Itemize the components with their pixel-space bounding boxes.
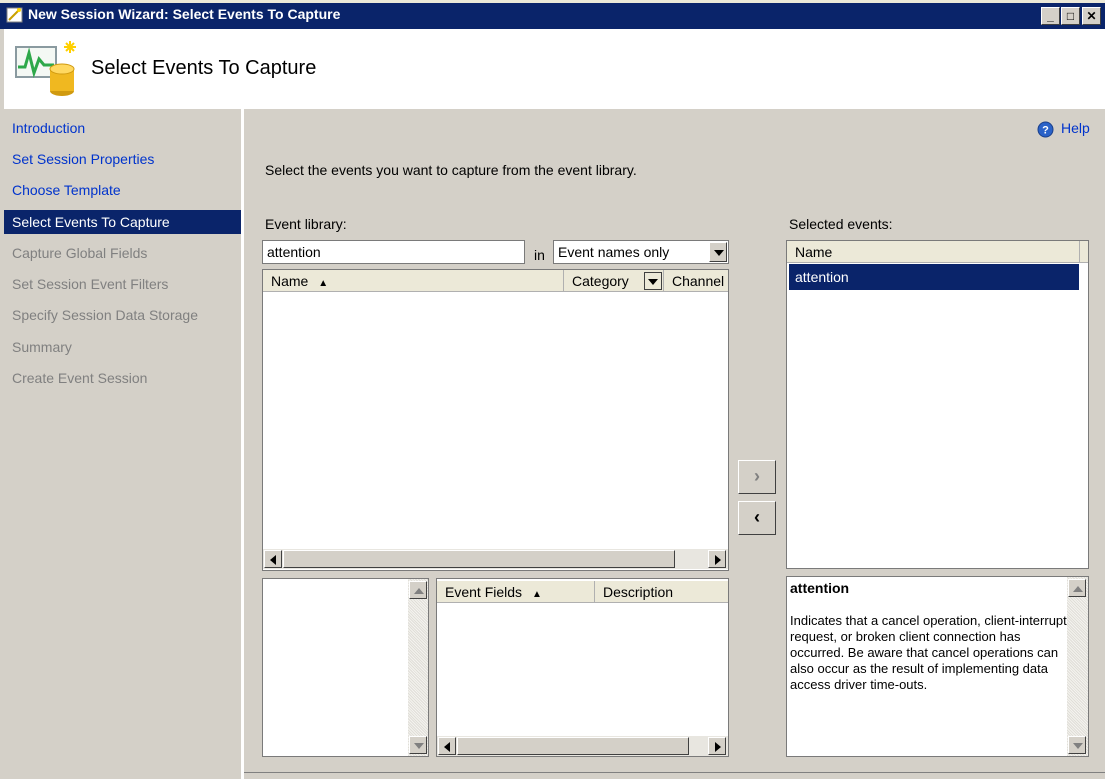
event-fields-grid[interactable]: Event Fields ▲ Description (436, 578, 729, 757)
wizard-icon (6, 7, 23, 23)
column-category-label: Category (572, 273, 629, 289)
nav-item-specify-data-storage: Specify Session Data Storage (12, 307, 198, 323)
arrow-up-icon (1073, 586, 1083, 592)
selected-events-header: Name (787, 241, 1088, 263)
nav-item-select-events[interactable]: Select Events To Capture (4, 210, 241, 234)
selected-event-row[interactable]: attention (789, 264, 1079, 290)
column-header-description[interactable]: Description (595, 581, 728, 603)
minimize-button[interactable]: _ (1041, 7, 1060, 25)
event-library-hscrollbar[interactable] (263, 549, 728, 569)
event-filter-select[interactable]: Event names only (553, 240, 729, 264)
description-vscrollbar[interactable] (1067, 577, 1088, 756)
arrow-left-icon (270, 555, 276, 565)
category-filter-button[interactable] (644, 272, 662, 290)
nav-item-introduction[interactable]: Introduction (4, 116, 241, 140)
instructions-text: Select the events you want to capture fr… (265, 162, 637, 178)
footer-separator (244, 772, 1105, 773)
title-bar[interactable]: New Session Wizard: Select Events To Cap… (0, 0, 1105, 29)
scroll-down-button[interactable] (1068, 736, 1086, 754)
event-library-list[interactable]: Name ▲ Category Channel (262, 269, 729, 571)
selected-events-list[interactable]: Name attention (786, 240, 1089, 569)
arrow-down-icon (1073, 743, 1083, 749)
column-header-event-fields[interactable]: Event Fields ▲ (437, 581, 595, 603)
event-filter-value: Event names only (558, 244, 670, 260)
scroll-right-button[interactable] (708, 550, 726, 568)
description-body: Indicates that a cancel operation, clien… (790, 613, 1067, 692)
nav-item-summary: Summary (12, 339, 72, 355)
column-event-fields-label: Event Fields (445, 584, 523, 600)
help-label: Help (1061, 120, 1090, 136)
page-title: Select Events To Capture (91, 57, 317, 79)
scroll-left-button[interactable] (264, 550, 282, 568)
help-icon: ? (1037, 121, 1054, 138)
description-title: attention (790, 580, 850, 596)
in-label: in (534, 247, 545, 263)
column-header-selected-name[interactable]: Name (787, 241, 1080, 263)
monitor-chart-database-icon (15, 41, 76, 96)
event-description-panel: attention Indicates that a cancel operat… (786, 576, 1089, 757)
event-filter-dropdown-button[interactable] (709, 242, 727, 262)
remove-event-button[interactable]: ‹ (738, 501, 776, 535)
arrow-left-icon (444, 742, 450, 752)
tree-vscrollbar[interactable] (408, 579, 428, 756)
selected-events-label: Selected events: (789, 216, 893, 232)
window-title: New Session Wizard: Select Events To Cap… (28, 6, 341, 22)
scroll-up-button[interactable] (1068, 579, 1086, 597)
event-library-label: Event library: (265, 216, 347, 232)
arrow-up-icon (414, 588, 424, 594)
arrow-right-icon (715, 742, 721, 752)
scroll-down-button[interactable] (409, 736, 427, 754)
column-channel-label: Channel (672, 273, 725, 289)
wizard-header: Select Events To Capture (4, 29, 1105, 109)
nav-item-choose-template[interactable]: Choose Template (4, 178, 241, 202)
chevron-down-icon (714, 250, 724, 256)
column-name-label: Name (271, 273, 309, 289)
sort-ascending-icon: ▲ (531, 589, 542, 600)
sort-ascending-icon: ▲ (318, 278, 329, 289)
column-description-label: Description (603, 584, 674, 600)
hscroll-thumb[interactable] (457, 737, 689, 755)
scroll-up-button[interactable] (409, 581, 427, 599)
scroll-right-button[interactable] (708, 737, 726, 755)
nav-item-set-session-event-filters: Set Session Event Filters (12, 276, 169, 292)
nav-item-set-session-properties[interactable]: Set Session Properties (4, 147, 241, 171)
arrow-right-icon (715, 555, 721, 565)
event-fields-hscrollbar[interactable] (437, 736, 728, 756)
hscroll-thumb[interactable] (283, 550, 675, 568)
scroll-left-button[interactable] (438, 737, 456, 755)
svg-text:?: ? (1042, 125, 1049, 137)
event-library-header: Name ▲ Category Channel (263, 270, 728, 292)
arrow-down-icon (414, 743, 424, 749)
nav-item-capture-global-fields: Capture Global Fields (12, 245, 148, 261)
close-button[interactable]: ✕ (1082, 7, 1101, 25)
chevron-down-icon (648, 279, 658, 285)
column-header-name[interactable]: Name ▲ (263, 270, 564, 292)
event-fields-header: Event Fields ▲ Description (437, 581, 728, 603)
add-event-button[interactable]: › (738, 460, 776, 494)
nav-item-create-event-session: Create Event Session (12, 370, 148, 386)
maximize-button[interactable]: □ (1061, 7, 1080, 25)
column-header-channel[interactable]: Channel (664, 270, 728, 292)
event-search-input[interactable]: attention (262, 240, 525, 264)
event-field-tree[interactable] (262, 578, 429, 757)
help-link[interactable]: ? Help (1037, 120, 1097, 140)
